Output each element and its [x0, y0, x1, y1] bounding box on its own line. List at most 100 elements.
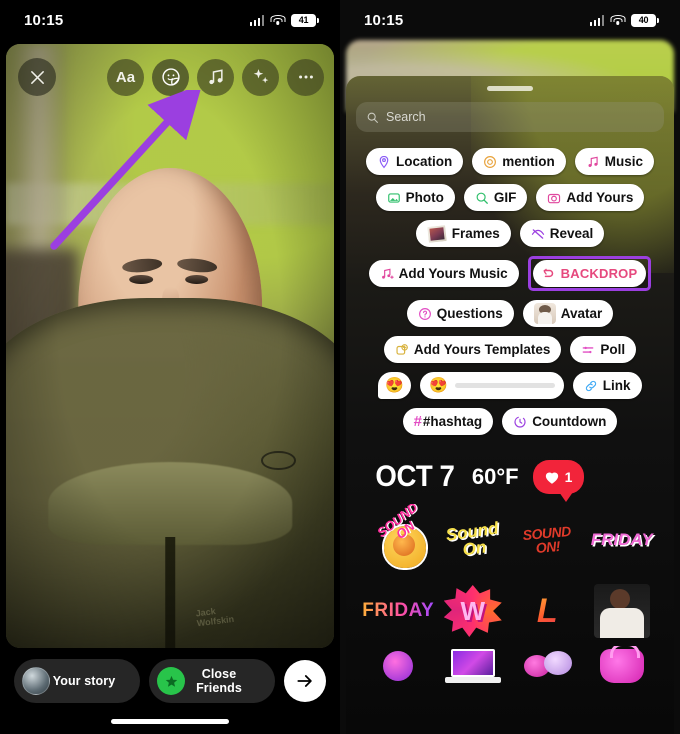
- gif-sticker-grid-row1: SOUND ON Sound On SOUND ON! FRIDAY: [356, 500, 664, 576]
- sticker-temperature[interactable]: 60°F: [472, 464, 519, 490]
- status-indicators: 40: [589, 13, 659, 27]
- left-status-bar: 10:15 41: [0, 0, 340, 40]
- polaroid-frame-icon: [425, 223, 448, 244]
- sticker-text: L: [523, 584, 571, 638]
- sticker-label: Link: [602, 378, 631, 393]
- gif-sticker-party-hats[interactable]: [511, 646, 584, 686]
- pink-bag-graphic: [599, 646, 644, 683]
- sticker-row: # #hashtag Countdown: [356, 408, 664, 435]
- question-mark-icon: [418, 307, 431, 320]
- battery-icon: 40: [631, 13, 659, 27]
- effects-tool-button[interactable]: [242, 58, 279, 96]
- gif-sticker-sound-on-hand[interactable]: SOUND ON: [362, 504, 435, 576]
- link-chain-icon: [585, 380, 596, 391]
- template-add-icon: [396, 343, 408, 355]
- gif-sticker-pink-bag[interactable]: [586, 646, 659, 686]
- avatar: [22, 667, 50, 695]
- date-weather-row: OCT 7 60°F 1: [356, 444, 664, 502]
- photo-jacket-zipper: [165, 537, 175, 648]
- sticker-text: FRIDAY: [362, 600, 435, 621]
- sticker-smiley-icon: [161, 68, 180, 86]
- person-graphic: [593, 584, 650, 638]
- sticker-emoji-reaction[interactable]: 😍: [378, 372, 412, 399]
- sheet-drag-handle[interactable]: [487, 86, 533, 91]
- right-status-bar: 10:15 40: [340, 0, 680, 40]
- gif-sticker-person-wave[interactable]: [586, 580, 659, 642]
- gif-sticker-sound-on-swirl[interactable]: Sound On: [437, 504, 510, 576]
- close-friends-star-icon: [157, 667, 185, 695]
- sticker-label: Poll: [600, 342, 626, 357]
- sticker-add-yours-templates[interactable]: Add Yours Templates: [383, 336, 562, 363]
- at-mention-icon: [484, 155, 497, 168]
- your-story-label: Your story: [52, 674, 116, 688]
- cellular-bars-icon: [589, 14, 604, 26]
- sticker-link[interactable]: Link: [572, 372, 642, 399]
- ellipsis-icon: [298, 75, 313, 79]
- sticker-date[interactable]: OCT 7: [375, 460, 454, 494]
- sticker-hashtag[interactable]: # #hashtag: [402, 408, 494, 435]
- sticker-label: Add Yours Music: [398, 266, 508, 281]
- sticker-label: Location: [395, 154, 453, 169]
- cellular-bars-icon: [249, 14, 264, 26]
- status-indicators: 41: [249, 13, 319, 27]
- sticker-poll[interactable]: Poll: [570, 336, 637, 363]
- gif-sticker-friday-gradient[interactable]: FRIDAY: [362, 580, 435, 642]
- sticker-sheet: Search Location mention Music Photo GIF …: [346, 76, 674, 734]
- sticker-questions[interactable]: Questions: [406, 300, 514, 327]
- bolt-graphic: L: [523, 584, 571, 638]
- sticker-photo[interactable]: Photo: [375, 184, 455, 211]
- sticker-label: Add Yours Templates: [413, 342, 551, 357]
- next-button[interactable]: [284, 660, 326, 702]
- battery-level: 41: [298, 15, 309, 25]
- sticker-avatar[interactable]: Avatar: [522, 300, 614, 327]
- heart-count-label: 1: [564, 469, 573, 485]
- hashtag-icon: #: [413, 413, 422, 430]
- close-friends-button[interactable]: Close Friends: [149, 659, 275, 703]
- home-indicator: [111, 719, 229, 724]
- sticker-gif[interactable]: GIF: [463, 184, 528, 211]
- gif-sticker-sound-on-red[interactable]: SOUND ON!: [511, 504, 584, 576]
- heart-icon: [545, 472, 558, 484]
- sticker-row: Add Yours Templates Poll: [356, 336, 664, 363]
- gif-sticker-w-burst[interactable]: W: [437, 580, 510, 642]
- dual-phone-screenshot: 10:15 41 Jack Wolfskin Aa Your story Clo…: [0, 0, 680, 734]
- sticker-row: 😍 😍 Link: [356, 372, 664, 399]
- music-add-icon: [381, 268, 394, 279]
- sticker-add-yours-music[interactable]: Add Yours Music: [368, 260, 519, 287]
- photo-icon: [387, 192, 400, 203]
- sticker-label: mention: [502, 154, 555, 169]
- sticker-label: Reveal: [549, 226, 594, 241]
- sticker-frames[interactable]: Frames: [415, 220, 511, 247]
- sticker-countdown[interactable]: Countdown: [502, 408, 618, 435]
- sticker-row: Add Yours Music BACKDROP: [356, 256, 664, 291]
- gif-sticker-lightning-bolt[interactable]: L: [511, 580, 584, 642]
- eye-slash-icon: [531, 228, 544, 239]
- music-note-icon: [208, 69, 223, 85]
- photo-jacket-brand: Jack Wolfskin: [194, 605, 235, 629]
- sticker-label: Frames: [451, 226, 500, 241]
- sticker-label: Photo: [405, 190, 444, 205]
- search-input[interactable]: Search: [356, 102, 664, 132]
- sticker-add-yours[interactable]: Add Yours: [536, 184, 645, 211]
- emoji-slider-track[interactable]: [454, 383, 555, 388]
- sticker-music[interactable]: Music: [574, 148, 654, 175]
- more-tool-button[interactable]: [287, 58, 324, 96]
- sticker-emoji-slider[interactable]: 😍: [420, 372, 564, 399]
- poll-bars-icon: [583, 346, 594, 353]
- sticker-text: W: [460, 595, 486, 626]
- sticker-heart-count[interactable]: 1: [532, 460, 585, 502]
- sticker-row: Frames Reveal: [356, 220, 664, 247]
- photo-eye-left: [129, 274, 154, 285]
- gif-sticker-laptop[interactable]: [437, 646, 510, 686]
- your-story-button[interactable]: Your story: [14, 659, 140, 703]
- sticker-label: Questions: [436, 306, 503, 321]
- gif-sticker-pink-eyes[interactable]: [362, 646, 435, 686]
- music-note-icon: [588, 156, 598, 167]
- camera-icon: [548, 193, 561, 203]
- sticker-reveal[interactable]: Reveal: [519, 220, 605, 247]
- sticker-mention[interactable]: mention: [472, 148, 566, 175]
- sticker-text: SOUND ON!: [522, 522, 572, 556]
- status-time: 10:15: [24, 11, 64, 29]
- sticker-location[interactable]: Location: [365, 148, 464, 175]
- gif-sticker-friday-bubble[interactable]: FRIDAY: [586, 504, 659, 576]
